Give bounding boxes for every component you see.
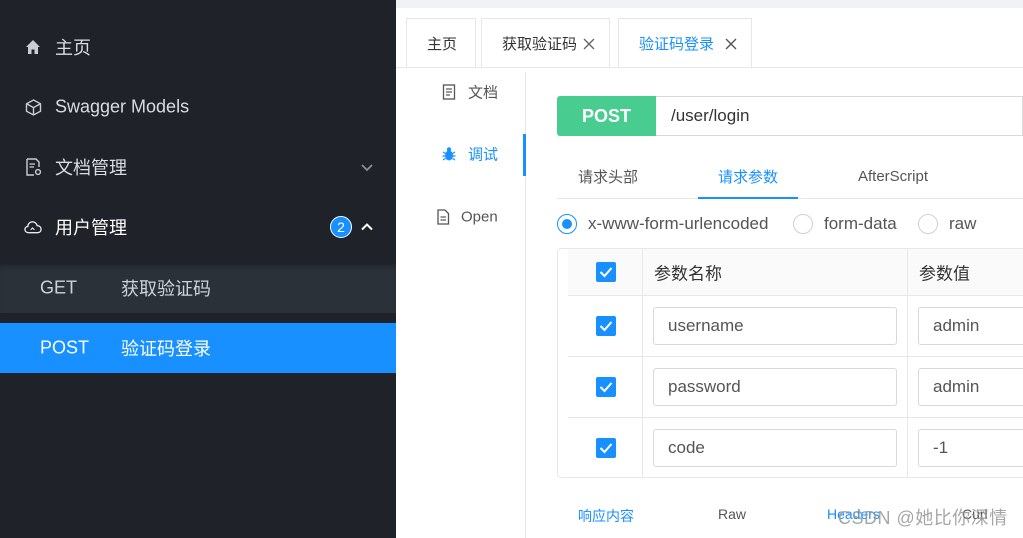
- sidebar-subitem-label: 获取验证码: [121, 279, 211, 299]
- url-input[interactable]: /user/login: [656, 96, 1023, 136]
- side-tab-open[interactable]: Open: [396, 197, 526, 237]
- sidebar-item-label: 主页: [55, 38, 91, 58]
- sidebar-subitem-captcha-login[interactable]: POST 验证码登录: [0, 323, 396, 373]
- row-name-cell: password: [643, 357, 908, 417]
- param-name-input[interactable]: username: [653, 307, 897, 345]
- tab-home[interactable]: 主页: [406, 18, 476, 68]
- home-icon: [24, 38, 42, 56]
- sidebar-subitem-get-captcha[interactable]: GET 获取验证码: [0, 263, 396, 313]
- active-tab-indicator: [698, 197, 798, 199]
- param-value-input[interactable]: -1: [918, 429, 1023, 467]
- side-tab-label: 调试: [468, 146, 499, 164]
- sidebar-item-doc-manage[interactable]: 文档管理: [0, 137, 396, 197]
- sidebar-item-label: 用户管理: [55, 218, 127, 238]
- sidebar-item-label: Swagger Models: [55, 96, 190, 117]
- header-value-cell: 参数值: [908, 249, 1023, 295]
- tab-bar: 主页 获取验证码 验证码登录: [396, 0, 1023, 68]
- row-check-cell: [568, 418, 643, 478]
- method-label: GET: [40, 277, 78, 298]
- cube-icon: [24, 98, 42, 116]
- chevron-up-icon: [361, 223, 373, 231]
- sidebar-subitem-label: 验证码登录: [121, 339, 211, 359]
- side-tab-label: Open: [461, 208, 498, 226]
- header-name-cell: 参数名称: [643, 249, 908, 295]
- table-row: password admin: [568, 356, 1023, 417]
- tab-after-script[interactable]: AfterScript: [858, 156, 928, 196]
- radio-form-data[interactable]: form-data: [793, 213, 897, 235]
- param-name-input[interactable]: code: [653, 429, 897, 467]
- row-checkbox[interactable]: [596, 377, 616, 397]
- tab-label: 验证码登录: [639, 36, 715, 53]
- radio-circle[interactable]: [793, 214, 813, 234]
- watermark: CSDN @她比你深情: [838, 508, 1008, 528]
- table-row: username admin: [568, 295, 1023, 356]
- radio-circle[interactable]: [918, 214, 938, 234]
- method-button[interactable]: POST: [557, 96, 656, 136]
- select-all-checkbox[interactable]: [596, 262, 616, 282]
- row-value-cell: -1: [908, 418, 1023, 478]
- column-header: 参数值: [919, 264, 970, 284]
- tab-captcha-login[interactable]: 验证码登录: [618, 18, 752, 68]
- chevron-down-icon: [361, 164, 373, 172]
- tab-response-content[interactable]: 响应内容: [578, 506, 634, 526]
- row-checkbox[interactable]: [596, 438, 616, 458]
- tab-request-headers[interactable]: 请求头部: [578, 156, 638, 196]
- active-tab-indicator: [523, 134, 526, 176]
- sidebar-item-label: 文档管理: [55, 158, 127, 178]
- row-check-cell: [568, 296, 643, 356]
- tab-request-params[interactable]: 请求参数: [718, 156, 778, 196]
- count-badge: 2: [330, 216, 352, 238]
- close-icon[interactable]: [583, 38, 595, 50]
- radio-label: raw: [949, 214, 977, 233]
- divider: [396, 67, 1023, 68]
- row-value-cell: admin: [908, 357, 1023, 417]
- radio-label: x-www-form-urlencoded: [588, 214, 769, 233]
- sidebar-item-swagger-models[interactable]: Swagger Models: [0, 77, 396, 137]
- row-check-cell: [568, 357, 643, 417]
- sidebar: 主页 Swagger Models 文档管理 用户管理 2 GET 获取验证码 …: [0, 0, 396, 538]
- tab-label: 获取验证码: [502, 36, 578, 53]
- row-name-cell: username: [643, 296, 908, 356]
- param-name-input[interactable]: password: [653, 368, 897, 406]
- tab-label: 主页: [427, 36, 458, 53]
- bug-icon: [442, 147, 456, 161]
- sidebar-item-home[interactable]: 主页: [0, 17, 396, 77]
- param-value-input[interactable]: admin: [918, 307, 1023, 345]
- radio-circle[interactable]: [557, 214, 577, 234]
- document-icon: [442, 84, 456, 100]
- side-tab-label: 文档: [468, 84, 499, 102]
- sidebar-item-user-manage[interactable]: 用户管理 2: [0, 197, 396, 257]
- row-name-cell: code: [643, 418, 908, 478]
- side-tab-doc[interactable]: 文档: [396, 72, 526, 112]
- row-checkbox[interactable]: [596, 316, 616, 336]
- column-header: 参数名称: [654, 264, 722, 284]
- param-value-input[interactable]: admin: [918, 368, 1023, 406]
- row-value-cell: admin: [908, 296, 1023, 356]
- table-header-row: 参数名称 参数值: [568, 249, 1023, 295]
- radio-label: form-data: [824, 214, 897, 233]
- radio-raw[interactable]: raw: [918, 213, 976, 235]
- tab-response-raw[interactable]: Raw: [718, 506, 746, 522]
- doc-settings-icon: [24, 158, 42, 176]
- file-icon: [437, 209, 450, 225]
- cloud-icon: [24, 218, 42, 236]
- radio-urlencoded[interactable]: x-www-form-urlencoded: [557, 213, 768, 235]
- method-label: POST: [40, 337, 90, 358]
- table-row: code -1: [568, 417, 1023, 478]
- close-icon[interactable]: [725, 38, 737, 50]
- tab-get-captcha[interactable]: 获取验证码: [481, 18, 610, 68]
- side-tab-debug[interactable]: 调试: [396, 134, 526, 174]
- params-table: 参数名称 参数值 username admin password admin c…: [557, 248, 1023, 478]
- header-check-cell: [568, 249, 643, 295]
